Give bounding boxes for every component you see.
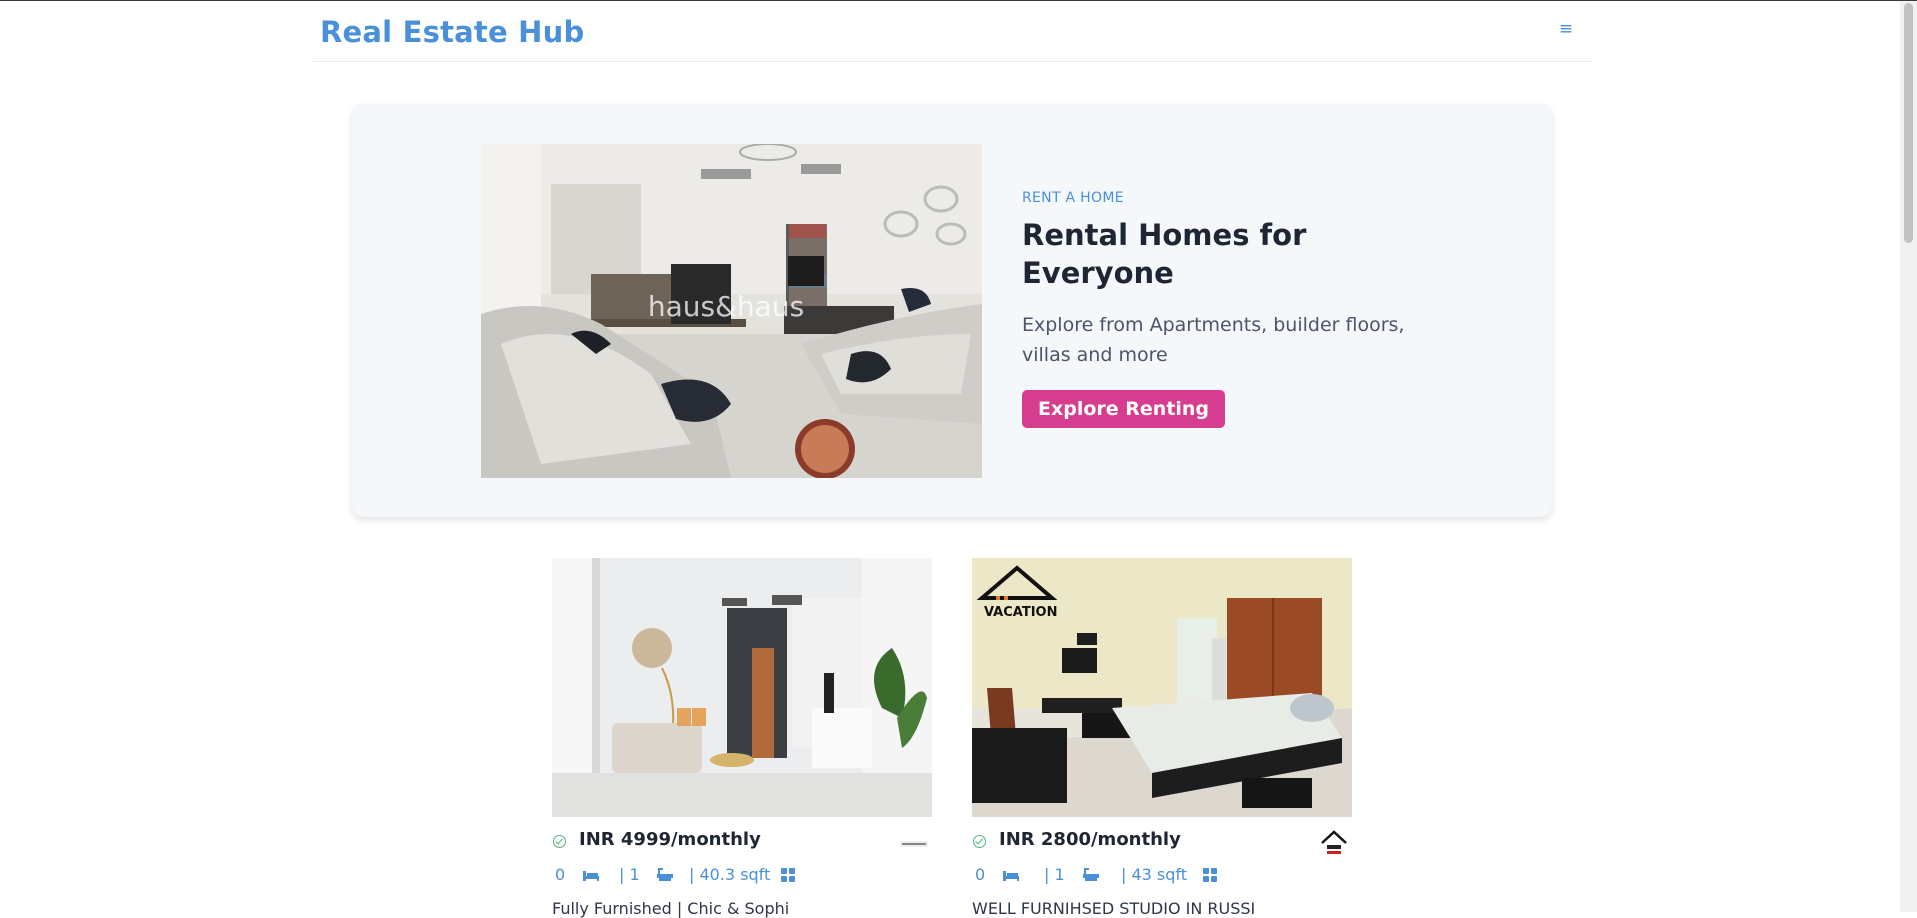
hero-title: Rental Homes for Everyone [1022, 218, 1307, 290]
hero-text-block: RENT A HOME Rental Homes for Everyone Ex… [1022, 190, 1442, 428]
agency-logo-icon[interactable] [898, 829, 930, 859]
listing-image-logo: VACATION [984, 605, 1057, 620]
hero-eyebrow: RENT A HOME [1022, 190, 1124, 206]
top-navbar: Real Estate Hub ≡ [313, 1, 1593, 62]
listing-price: INR 4999/monthly [579, 829, 761, 850]
scrollbar-thumb[interactable] [1904, 3, 1913, 243]
listing-meta: 0 | 1 | 43 sqft [972, 863, 1352, 889]
area-value: | 40.3 sqft [689, 865, 771, 884]
listing-image[interactable]: VACATION [972, 558, 1352, 817]
verified-check-icon [553, 835, 566, 848]
hero-subtitle: Explore from Apartments, builder floors,… [1022, 314, 1405, 366]
bath-icon [656, 867, 674, 887]
verified-check-icon [973, 835, 986, 848]
price-row: INR 2800/monthly [972, 829, 1352, 859]
hero-banner: haus&haus RENT A HOME Rental Homes for E… [352, 104, 1552, 517]
area-grid-icon [1202, 867, 1218, 887]
hamburger-menu-icon[interactable]: ≡ [1556, 19, 1576, 39]
listing-card[interactable]: VACATION INR 2800/monthly 0 | 1 | 43 sqf… [972, 558, 1352, 918]
bedroom-count: 0 [975, 865, 986, 884]
explore-renting-button[interactable]: Explore Renting [1022, 390, 1226, 428]
hero-image: haus&haus [481, 144, 982, 478]
bedroom-count: 0 [555, 865, 566, 884]
listing-meta: 0 | 1 | 40.3 sqft [552, 863, 932, 889]
listing-card[interactable]: INR 4999/monthly 0 | 1 | 40.3 sqft Fully… [552, 558, 932, 918]
bathroom-count: | 1 [1044, 865, 1065, 884]
area-value: | 43 sqft [1121, 865, 1188, 884]
area-grid-icon [780, 867, 796, 887]
site-logo[interactable]: Real Estate Hub [320, 15, 584, 49]
agency-logo-icon[interactable] [1318, 829, 1350, 859]
bed-icon [1002, 867, 1020, 886]
bed-icon [582, 867, 600, 886]
listing-title[interactable]: WELL FURNIHSED STUDIO IN RUSSI [972, 899, 1352, 918]
bath-icon [1082, 867, 1100, 887]
listing-title[interactable]: Fully Furnished | Chic & Sophi [552, 899, 932, 918]
hero-image-watermark: haus&haus [648, 290, 804, 323]
listing-price: INR 2800/monthly [999, 829, 1181, 850]
bathroom-count: | 1 [619, 865, 640, 884]
listing-image[interactable] [552, 558, 932, 817]
page-scrollbar[interactable] [1900, 1, 1917, 912]
price-row: INR 4999/monthly [552, 829, 932, 859]
